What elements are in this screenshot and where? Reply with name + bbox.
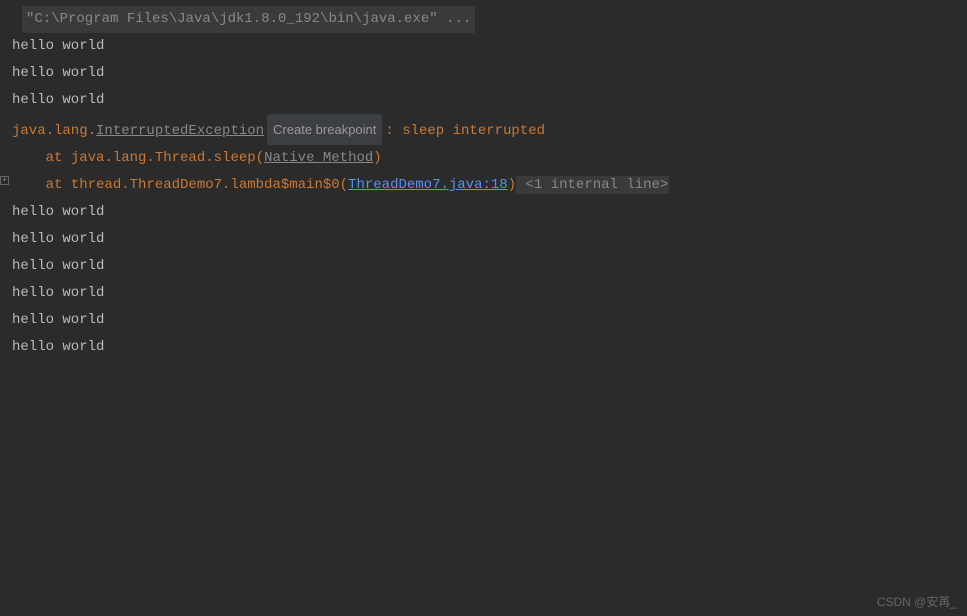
fold-expand-icon[interactable]: + [0, 176, 9, 185]
exception-package: java.lang. [12, 123, 96, 139]
stack-method: thread.ThreadDemo7.lambda$main$0 [71, 177, 340, 193]
output-line: hello world [0, 253, 967, 280]
output-line: hello world [0, 199, 967, 226]
native-method-link[interactable]: Native Method [264, 150, 373, 166]
stack-line: at thread.ThreadDemo7.lambda$main$0(Thre… [0, 172, 967, 199]
stack-close-paren: ) [373, 150, 381, 166]
output-line: hello world [0, 87, 967, 114]
stack-method: java.lang.Thread.sleep [71, 150, 256, 166]
exception-sep: : [385, 123, 402, 139]
gutter: + [0, 0, 10, 616]
exception-class-link[interactable]: InterruptedException [96, 123, 264, 139]
create-breakpoint-button[interactable]: Create breakpoint [267, 114, 382, 145]
output-line: hello world [0, 226, 967, 253]
exception-message: sleep interrupted [402, 123, 545, 139]
command-line-row: "C:\Program Files\Java\jdk1.8.0_192\bin\… [0, 6, 967, 33]
stack-open-paren: ( [256, 150, 264, 166]
output-line: hello world [0, 280, 967, 307]
output-line: hello world [0, 307, 967, 334]
output-line: hello world [0, 33, 967, 60]
stack-line: at java.lang.Thread.sleep(Native Method) [0, 145, 967, 172]
stack-close-paren: ) [508, 177, 516, 193]
java-command: "C:\Program Files\Java\jdk1.8.0_192\bin\… [22, 6, 475, 33]
collapsed-frames-hint[interactable]: <1 internal line> [516, 176, 669, 194]
watermark: CSDN @安苒_ [877, 593, 957, 610]
stack-prefix: at [12, 150, 71, 166]
exception-line: java.lang.InterruptedExceptionCreate bre… [0, 114, 967, 145]
source-file-link[interactable]: ThreadDemo7.java:18 [348, 177, 508, 193]
stack-prefix: at [12, 177, 71, 193]
output-line: hello world [0, 60, 967, 87]
stack-open-paren: ( [340, 177, 348, 193]
console-output: "C:\Program Files\Java\jdk1.8.0_192\bin\… [0, 0, 967, 361]
output-line: hello world [0, 334, 967, 361]
